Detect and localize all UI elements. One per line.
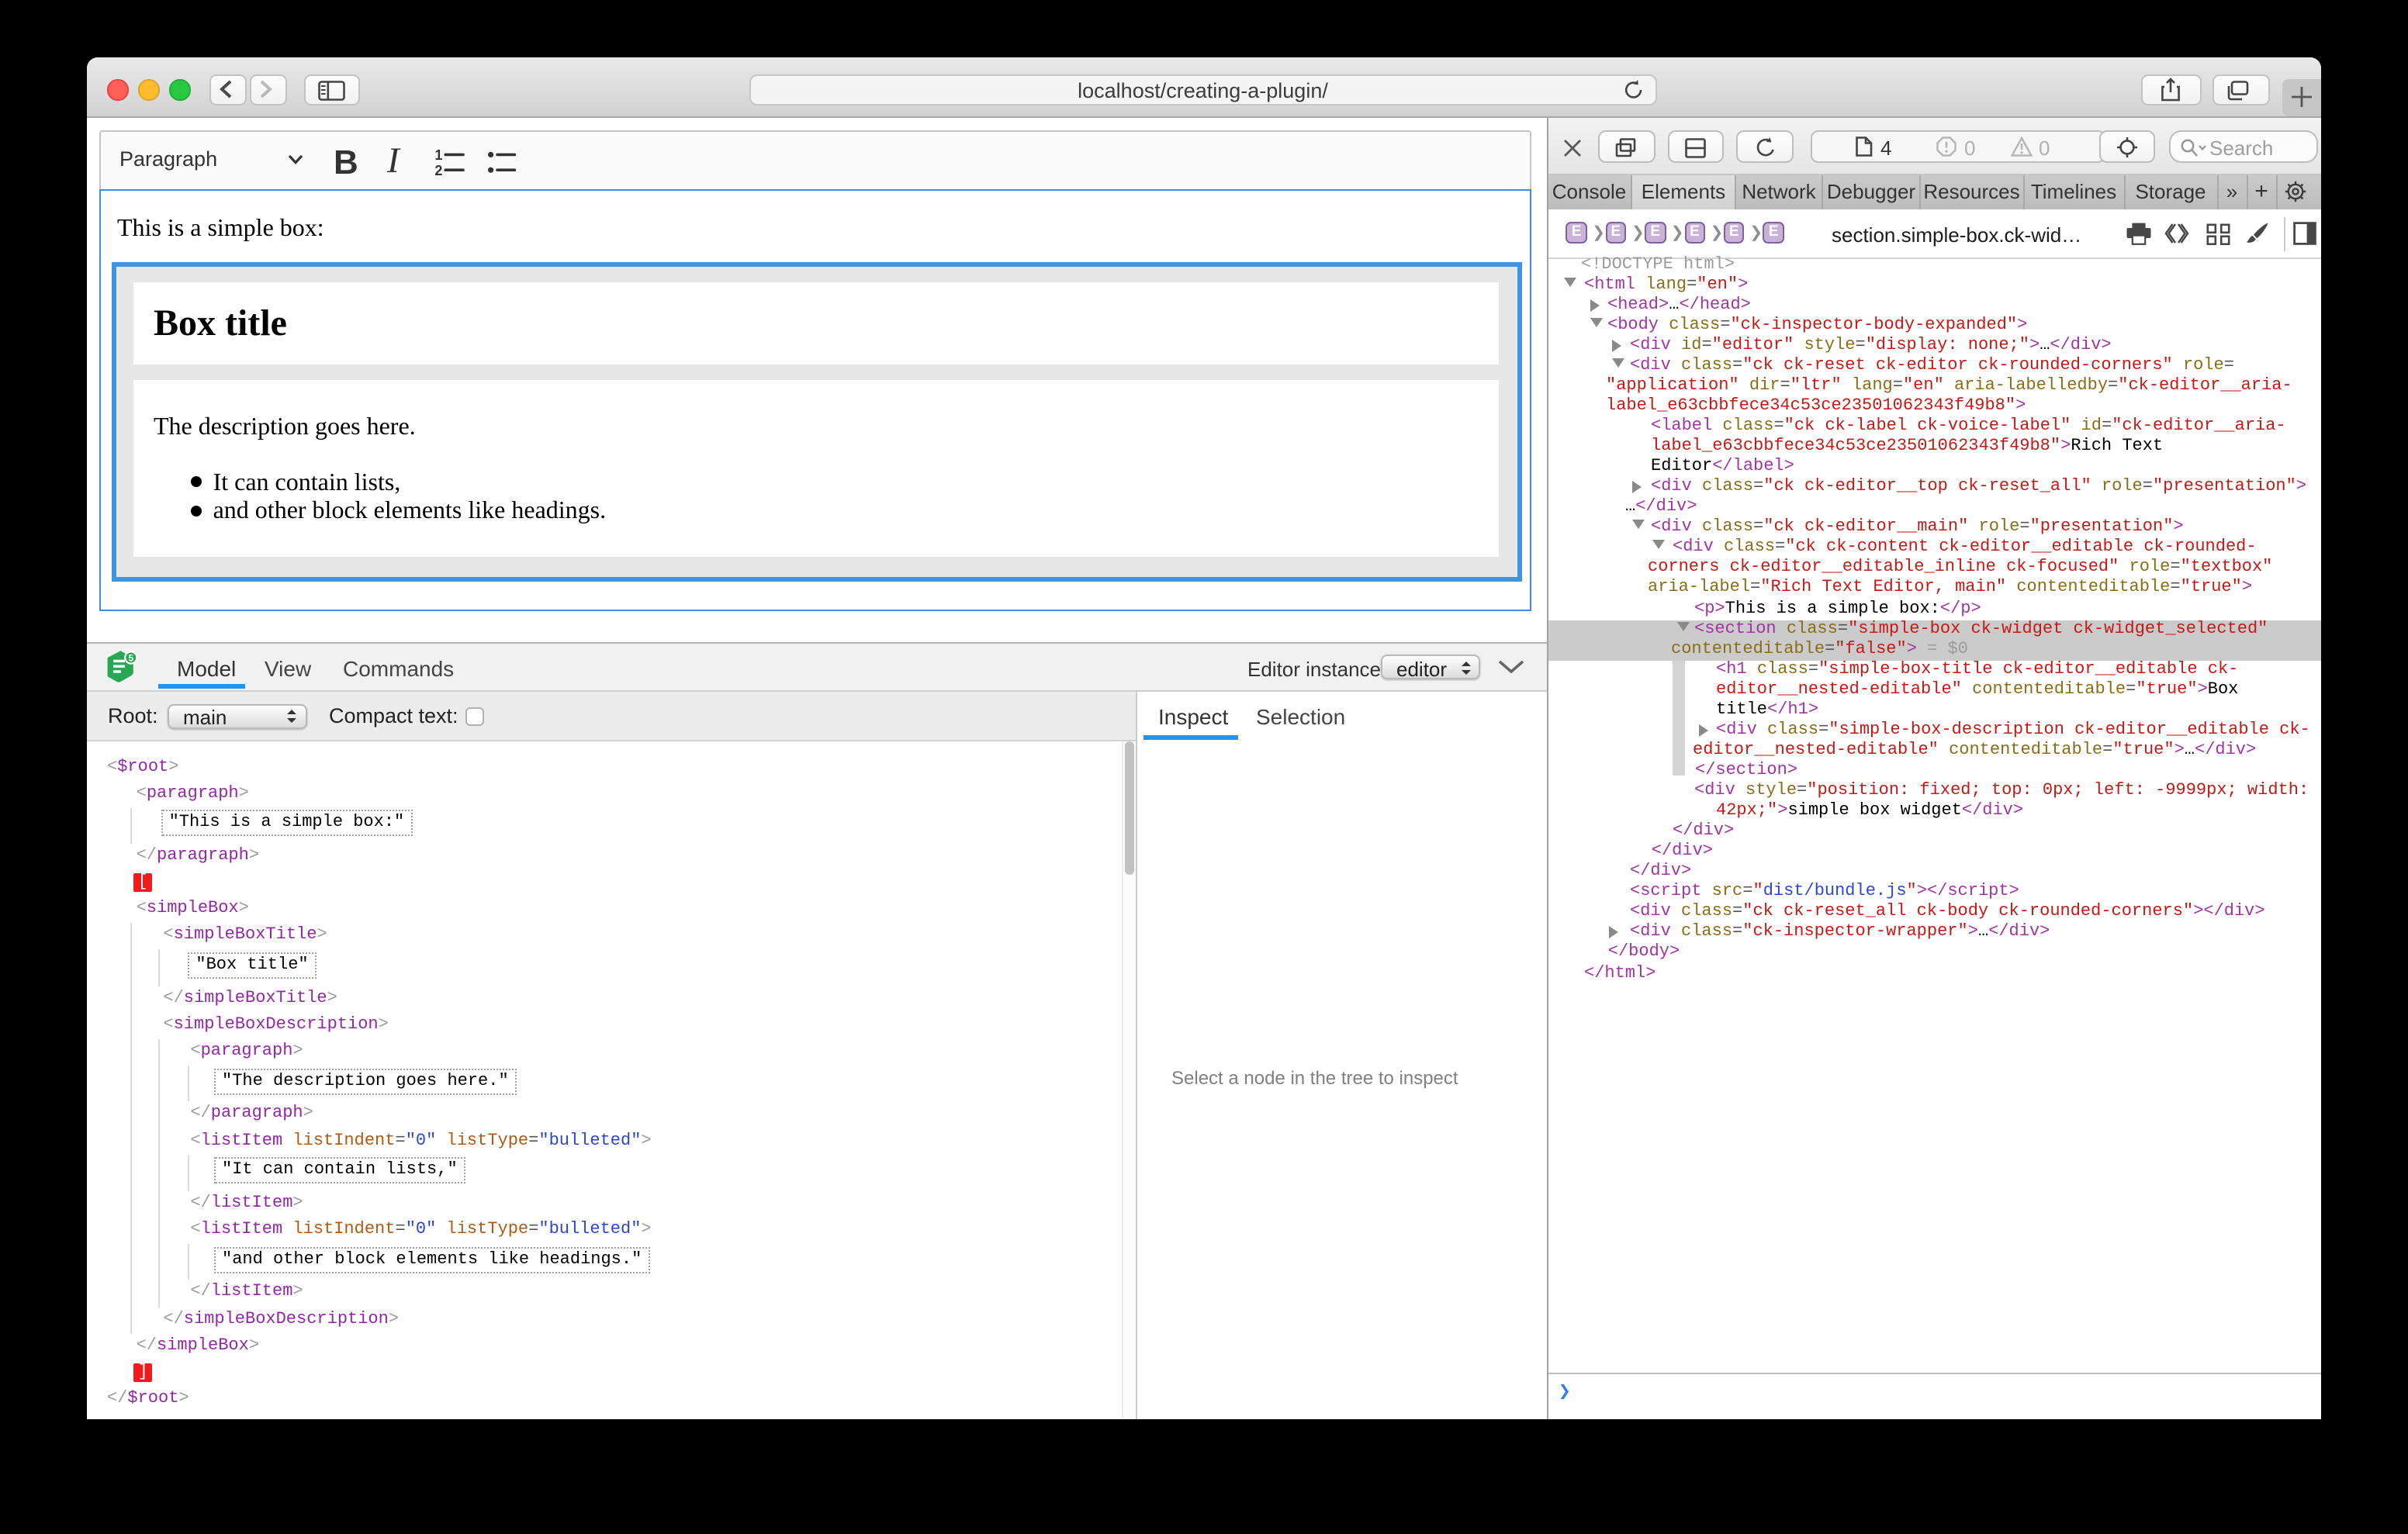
svg-text:2: 2	[434, 162, 441, 176]
svg-text:5: 5	[128, 652, 133, 663]
svg-text:1: 1	[434, 147, 441, 162]
